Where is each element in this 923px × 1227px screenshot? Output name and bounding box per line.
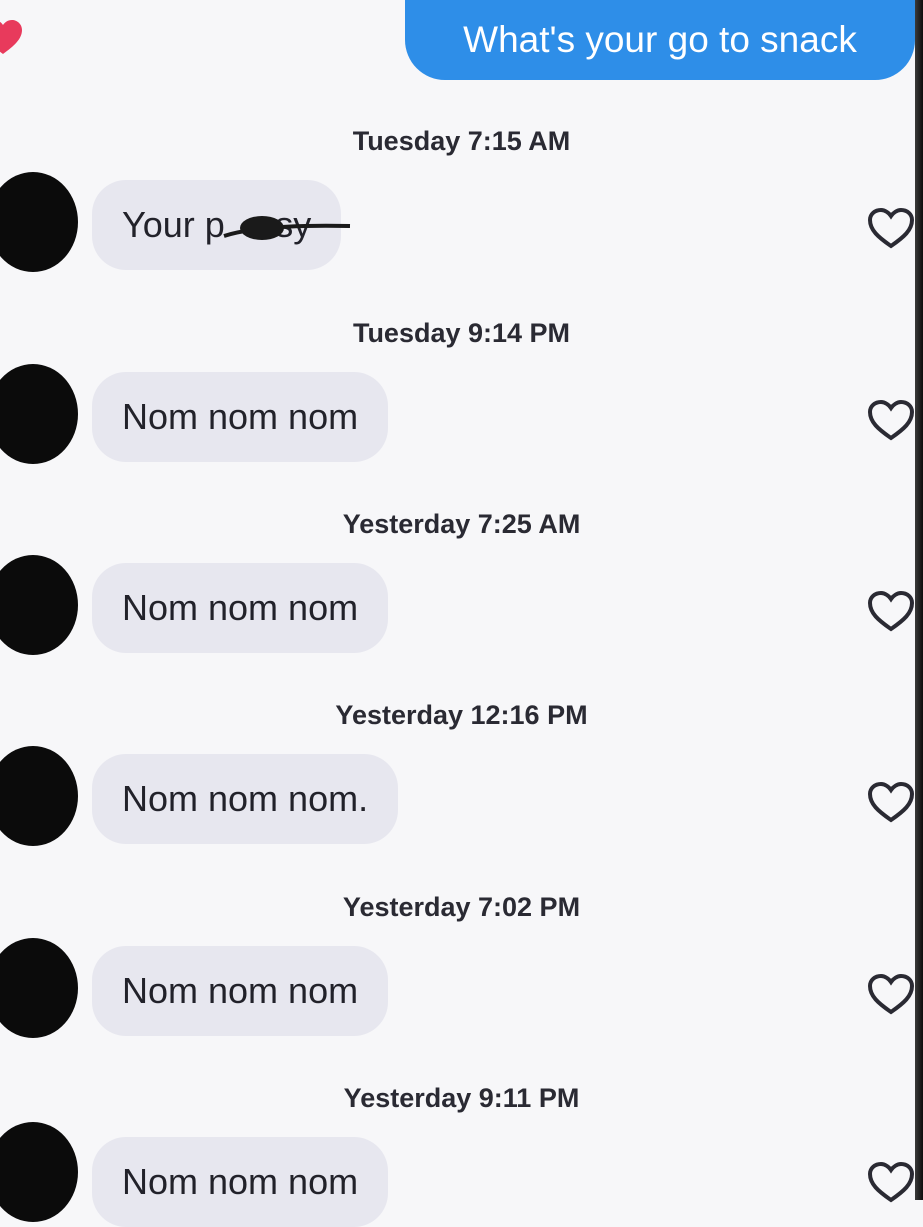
message-timestamp: Yesterday 7:02 PM bbox=[342, 892, 581, 922]
avatar[interactable] bbox=[0, 938, 78, 1038]
heart-outline-icon[interactable] bbox=[866, 780, 916, 824]
heart-outline-icon[interactable] bbox=[866, 589, 916, 633]
heart-outline-icon[interactable] bbox=[866, 398, 916, 442]
avatar[interactable] bbox=[0, 1122, 78, 1222]
avatar[interactable] bbox=[0, 746, 78, 846]
incoming-message-text: Nom nom nom bbox=[122, 587, 359, 628]
heart-outline-icon[interactable] bbox=[866, 1160, 916, 1204]
message-timestamp: Tuesday 9:14 PM bbox=[352, 318, 571, 348]
heart-filled-icon bbox=[0, 20, 22, 54]
screen-edge bbox=[915, 0, 923, 1200]
incoming-message-text: Nom nom nom bbox=[122, 396, 359, 437]
incoming-message-bubble[interactable]: Nom nom nom bbox=[92, 1137, 389, 1227]
censor-scribble bbox=[223, 216, 351, 240]
avatar[interactable] bbox=[0, 172, 78, 272]
incoming-message-text: Nom nom nom. bbox=[122, 778, 369, 819]
avatar[interactable] bbox=[0, 555, 78, 655]
heart-outline-icon[interactable] bbox=[866, 972, 916, 1016]
incoming-message-bubble[interactable]: Nom nom nom bbox=[92, 946, 389, 1036]
incoming-message-bubble[interactable]: Nom nom nom bbox=[92, 372, 389, 462]
incoming-message-text: Nom nom nom bbox=[122, 1161, 359, 1202]
message-timestamp: Yesterday 9:11 PM bbox=[343, 1083, 580, 1113]
message-timestamp: Tuesday 7:15 AM bbox=[352, 126, 571, 156]
avatar[interactable] bbox=[0, 364, 78, 464]
outgoing-message-bubble[interactable]: What's your go to snack bbox=[405, 0, 915, 80]
incoming-message-bubble[interactable]: Nom nom nom. bbox=[92, 754, 399, 844]
outgoing-message-text: What's your go to snack bbox=[463, 19, 857, 60]
heart-outline-icon[interactable] bbox=[866, 206, 916, 250]
message-timestamp: Yesterday 12:16 PM bbox=[335, 700, 588, 730]
incoming-message-text: Nom nom nom bbox=[122, 970, 359, 1011]
message-timestamp: Yesterday 7:25 AM bbox=[342, 509, 581, 539]
incoming-message-bubble[interactable]: Nom nom nom bbox=[92, 563, 389, 653]
